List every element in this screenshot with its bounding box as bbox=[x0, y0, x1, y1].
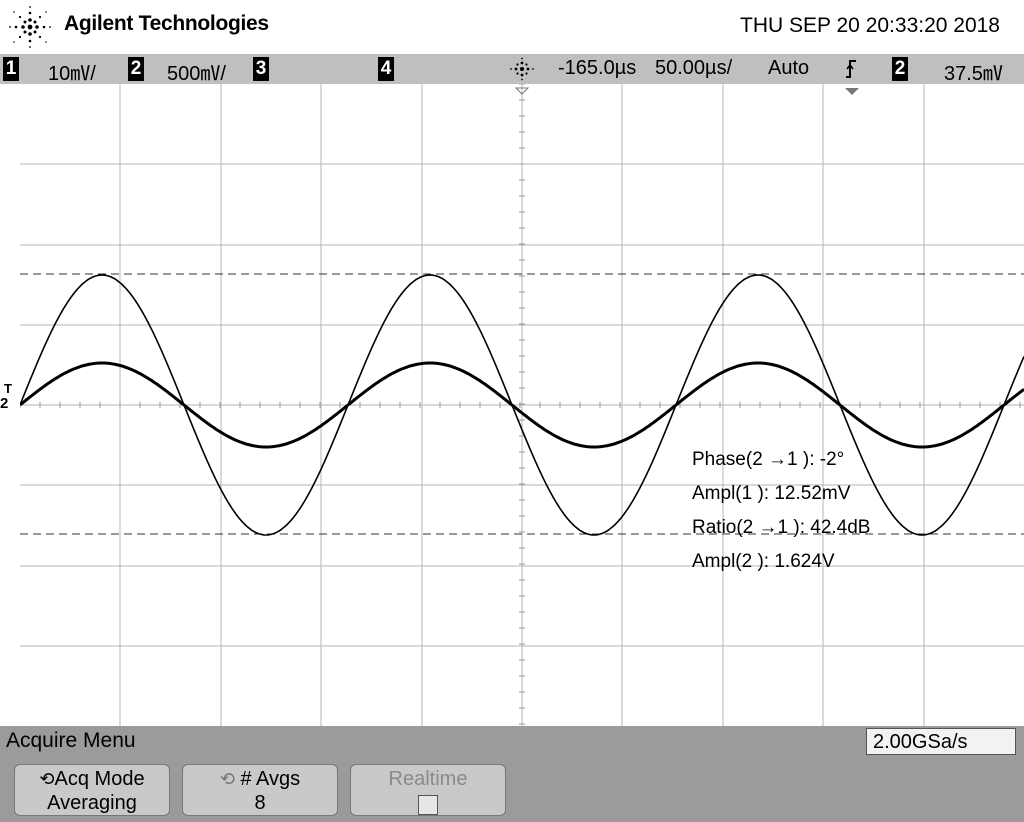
ch2-scale: 500㎷/ bbox=[167, 63, 226, 85]
time-delay: -165.0µs bbox=[558, 57, 637, 79]
center-ticks bbox=[20, 84, 1021, 725]
acq-mode-label: Acq Mode bbox=[54, 768, 145, 790]
avgs-value: 8 bbox=[254, 792, 266, 814]
ch3-badge[interactable]: 3 bbox=[253, 57, 269, 81]
realtime-softkey[interactable]: Realtime bbox=[350, 764, 506, 816]
measurement-ampl1: Ampl(1 ): 12.52mV bbox=[692, 483, 851, 504]
measurement-ampl2: Ampl(2 ): 1.624V bbox=[692, 551, 835, 572]
acq-mode-value: Averaging bbox=[47, 792, 137, 814]
brand-name: Agilent Technologies bbox=[64, 12, 269, 35]
softkey-menu: Acquire Menu 2.00GSa/s ⟲Acq Mode Averagi… bbox=[0, 726, 1024, 822]
avgs-label: # Avgs bbox=[240, 768, 301, 790]
ground-marker: T bbox=[4, 381, 12, 396]
trigger-mode: Auto bbox=[768, 57, 810, 79]
time-scale: 50.00µs/ bbox=[655, 57, 733, 79]
status-bar: 1 10㎷/ 2 500㎷/ 3 4 -165.0µs 50.00µs/ Aut… bbox=[0, 54, 1024, 85]
trigger-level: 37.5㎷ bbox=[944, 63, 1003, 85]
waveform-display bbox=[20, 84, 1024, 726]
acq-mode-softkey[interactable]: ⟲Acq Mode Averaging bbox=[14, 764, 170, 816]
rising-edge-icon bbox=[846, 60, 856, 78]
ch1-badge[interactable]: 1 bbox=[3, 57, 19, 81]
channel-2-marker: 2 bbox=[0, 395, 9, 412]
ch2-badge[interactable]: 2 bbox=[128, 57, 144, 81]
agilent-logo-icon bbox=[9, 6, 51, 48]
measurement-ratio: Ratio(2 →1 ): 42.4dB bbox=[692, 517, 871, 538]
measurements-panel: Phase(2 →1 ): -2° Ampl(1 ): 12.52mV Rati… bbox=[692, 443, 870, 579]
menu-title: Acquire Menu bbox=[6, 729, 136, 752]
rotate-knob-icon: ⟲ bbox=[219, 769, 235, 789]
trigger-source-badge[interactable]: 2 bbox=[892, 57, 908, 81]
header-bar: Agilent Technologies THU SEP 20 20:33:20… bbox=[0, 0, 1024, 54]
date-time: THU SEP 20 20:33:20 2018 bbox=[740, 14, 1000, 37]
ch4-badge[interactable]: 4 bbox=[378, 57, 394, 81]
rotate-knob-icon: ⟲ bbox=[39, 769, 55, 789]
time-reference-icon bbox=[510, 57, 534, 81]
realtime-label: Realtime bbox=[388, 768, 468, 790]
realtime-checkbox[interactable] bbox=[418, 794, 438, 815]
trigger-marker bbox=[845, 88, 859, 95]
sample-rate: 2.00GSa/s bbox=[866, 728, 1016, 755]
measurement-phase: Phase(2 →1 ): -2° bbox=[692, 449, 845, 470]
ch1-scale: 10㎷/ bbox=[48, 63, 96, 85]
avgs-softkey[interactable]: ⟲ # Avgs 8 bbox=[182, 764, 338, 816]
